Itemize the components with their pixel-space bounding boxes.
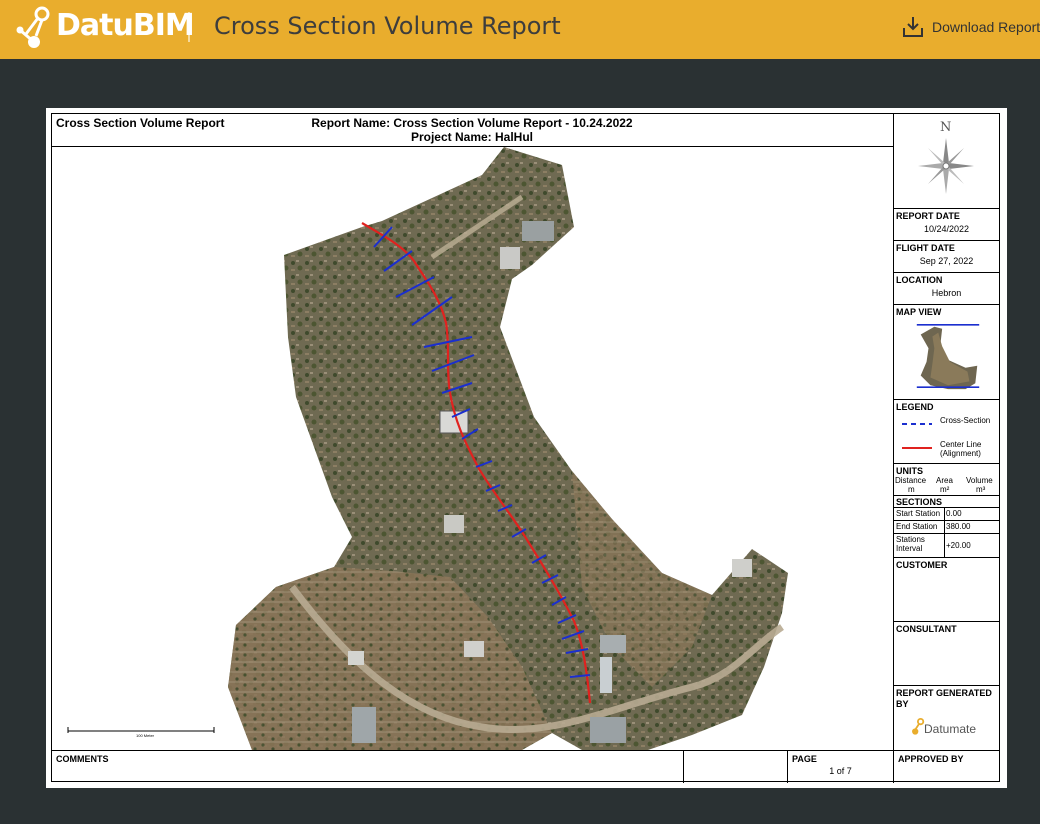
- report-header: Cross Section Volume Report Report Name:…: [52, 114, 894, 147]
- download-report-button[interactable]: Download Report: [900, 14, 1040, 40]
- customer-label: CUSTOMER: [896, 560, 948, 570]
- end-station-label: End Station: [896, 522, 938, 531]
- report-frame: Cross Section Volume Report Report Name:…: [51, 113, 1000, 783]
- comments-label: COMMENTS: [56, 754, 109, 764]
- report-footer: COMMENTS PAGE 1 of 7 APPROVED BY: [52, 750, 1000, 783]
- map-view-box: MAP VIEW: [894, 305, 999, 400]
- start-station-label: Start Station: [896, 509, 941, 518]
- legend-cross-section-swatch: [902, 423, 932, 425]
- stations-interval-row: Stations Interval +20.00: [894, 534, 999, 558]
- compass-rose-icon: [918, 138, 974, 194]
- report-date-box: REPORT DATE 10/24/2022: [894, 209, 999, 241]
- orthophoto-map[interactable]: 100 Meter: [52, 147, 894, 750]
- units-distance-label: Distance: [895, 476, 927, 485]
- map-view-label: MAP VIEW: [896, 307, 942, 317]
- units-area-value: m²: [940, 485, 950, 494]
- units-volume-value: m³: [976, 485, 986, 494]
- row-divider: [944, 521, 945, 533]
- generated-by-box: REPORT GENERATED BY Datumate: [894, 686, 999, 750]
- legend-label: LEGEND: [896, 402, 934, 412]
- comments-cell: COMMENTS: [52, 751, 684, 783]
- location-box: LOCATION Hebron: [894, 273, 999, 305]
- report-center-title: Report Name: Cross Section Volume Report…: [272, 116, 672, 144]
- project-name: Project Name: HalHul: [410, 130, 534, 144]
- scale-bar-label: 100 Meter: [136, 733, 155, 738]
- units-area-label: Area: [936, 476, 953, 485]
- generated-by-label: REPORT GENERATED BY: [896, 688, 992, 709]
- end-station-value: 380.00: [946, 522, 971, 531]
- stations-interval-value: +20.00: [946, 541, 971, 550]
- units-label: UNITS: [896, 466, 923, 476]
- header-divider: [188, 12, 190, 42]
- compass-box: N: [894, 114, 999, 209]
- units-box: UNITS Distance Area Volume m m² m³: [894, 464, 999, 496]
- consultant-box: CONSULTANT: [894, 622, 999, 686]
- row-divider: [944, 534, 945, 557]
- stations-interval-label: Stations Interval: [896, 535, 925, 553]
- sections-title-box: SECTIONS: [894, 496, 999, 508]
- start-station-row: Start Station 0.00: [894, 508, 999, 521]
- download-report-label: Download Report: [932, 19, 1040, 35]
- orthophoto-image: [67, 147, 788, 750]
- flight-date-box: FLIGHT DATE Sep 27, 2022: [894, 241, 999, 273]
- report-page: Cross Section Volume Report Report Name:…: [46, 108, 1007, 788]
- report-date-value: 10/24/2022: [923, 224, 970, 234]
- legend-center-line-swatch: [902, 447, 932, 449]
- consultant-label: CONSULTANT: [896, 624, 957, 634]
- flight-date-value: Sep 27, 2022: [919, 256, 974, 266]
- report-date-label: REPORT DATE: [896, 211, 960, 221]
- datumate-logo-text: Datumate: [924, 722, 977, 736]
- units-volume-label: Volume: [966, 476, 993, 485]
- location-value: Hebron: [931, 288, 962, 298]
- units-distance-value: m: [908, 485, 915, 494]
- datubim-logo-icon: [16, 6, 50, 48]
- legend-box: LEGEND Cross-Section Center Line (Alignm…: [894, 400, 999, 464]
- flight-date-label: FLIGHT DATE: [896, 243, 955, 253]
- page-label: PAGE: [792, 754, 817, 764]
- report-info-column: N REPORT DATE 10/24/2022 FLIGHT DATE Sep…: [894, 114, 1000, 750]
- compass-north-label: N: [940, 120, 952, 135]
- row-divider: [944, 508, 945, 520]
- start-station-value: 0.00: [946, 509, 962, 518]
- approved-by-label: APPROVED BY: [898, 754, 964, 764]
- location-label: LOCATION: [896, 275, 943, 285]
- customer-box: CUSTOMER: [894, 558, 999, 622]
- legend-cross-section-text: Cross-Section: [940, 416, 991, 425]
- sections-label: SECTIONS: [896, 497, 943, 507]
- end-station-row: End Station 380.00: [894, 521, 999, 534]
- page-cell: PAGE 1 of 7: [788, 751, 894, 783]
- report-left-title: Cross Section Volume Report: [56, 116, 225, 130]
- legend-center-line-text: Center Line (Alignment): [940, 440, 982, 458]
- page-title: Cross Section Volume Report: [214, 12, 561, 40]
- report-name: Report Name: Cross Section Volume Report…: [311, 116, 633, 130]
- brand-name: DatuBIM: [56, 8, 195, 43]
- app-header: DatuBIM Cross Section Volume Report Down…: [0, 0, 1040, 59]
- approved-by-cell: APPROVED BY: [894, 751, 1000, 783]
- blank-cell: [684, 751, 788, 783]
- download-icon: [903, 17, 923, 37]
- page-value: 1 of 7: [829, 766, 852, 776]
- map-view-thumbnail: [916, 324, 980, 390]
